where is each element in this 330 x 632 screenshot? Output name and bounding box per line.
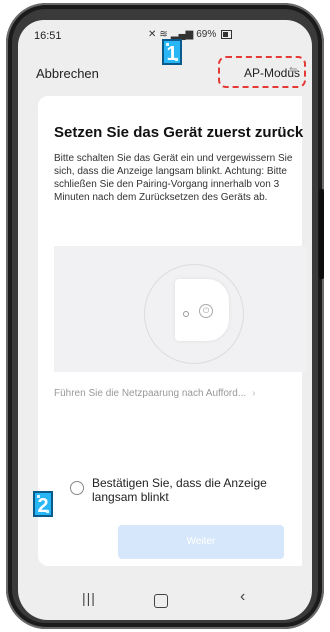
side-button	[319, 189, 324, 279]
swap-icon: ⇋	[289, 65, 298, 76]
instruction-text: Bitte schalten Sie das Gerät ein und ver…	[54, 153, 293, 203]
screen: 16:51 ✕ ≋ ▂▄▆ 69% Abbrechen AP-Modus ⇋ S…	[18, 20, 312, 620]
recent-apps-icon[interactable]: |||	[82, 590, 96, 606]
chevron-right-icon: ›	[252, 388, 256, 399]
battery-percent: 69%	[196, 29, 217, 40]
mute-icon: ✕	[148, 29, 157, 40]
badge-corner	[37, 495, 40, 498]
status-time: 16:51	[34, 30, 62, 42]
device-illustration: ⏻	[54, 246, 306, 372]
cancel-button[interactable]: Abbrechen	[36, 66, 99, 81]
page-title: Setzen Sie das Gerät zuerst zurück	[54, 124, 304, 141]
battery-icon	[221, 30, 233, 39]
confirm-label: Bestätigen Sie, dass die Anzeige langsam…	[92, 476, 267, 504]
device-image: ⏻	[175, 279, 229, 341]
badge-number: 1	[166, 43, 178, 65]
step-badge-1: 1	[162, 39, 182, 65]
badge-corner	[166, 43, 169, 46]
content-card: Setzen Sie das Gerät zuerst zurück Bitte…	[38, 96, 306, 566]
pairing-help-link[interactable]: Führen Sie die Netzpaarung nach Aufford.…	[54, 388, 256, 399]
next-button[interactable]: Weiter	[118, 525, 284, 559]
status-icons: ✕ ≋ ▂▄▆ 69%	[148, 29, 233, 40]
illustration-circle: ⏻	[144, 264, 244, 364]
home-icon[interactable]	[154, 594, 168, 608]
badge-corner	[175, 58, 178, 61]
pairing-help-text: Führen Sie die Netzpaarung nach Aufford.…	[54, 388, 247, 399]
system-nav-bar: ||| ‹	[18, 580, 312, 620]
power-icon: ⏻	[199, 304, 213, 318]
indicator-light	[183, 311, 189, 317]
confirm-radio[interactable]	[70, 481, 84, 495]
badge-corner	[46, 510, 49, 513]
back-icon[interactable]: ‹	[240, 588, 245, 606]
badge-number: 2	[37, 495, 49, 517]
step-badge-2: 2	[33, 491, 53, 517]
